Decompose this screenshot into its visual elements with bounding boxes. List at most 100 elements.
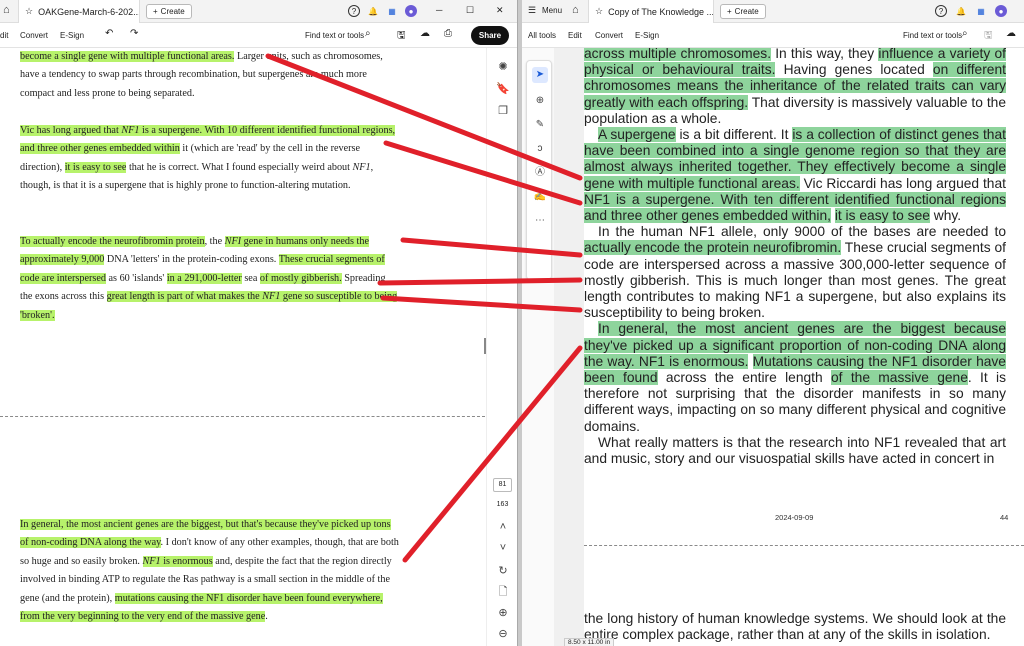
highlighted-text: A supergene	[598, 127, 676, 143]
bell-icon[interactable]: 🔔	[955, 5, 967, 17]
print-icon[interactable]: ⎙	[444, 28, 452, 39]
create-label: Create	[734, 7, 759, 16]
page-break	[584, 545, 1024, 546]
page-total: 163	[496, 501, 509, 508]
apps-grid-icon[interactable]: ▦	[386, 5, 398, 17]
text-run: the long history of human knowledge syst…	[584, 611, 1006, 643]
highlighted-text: in a 291,000-letter	[166, 272, 242, 284]
highlight-pen-icon[interactable]: ✎	[532, 117, 548, 133]
sign-icon[interactable]: ✍	[532, 189, 548, 205]
add-comment-icon[interactable]: ⊕	[532, 93, 548, 109]
home-icon[interactable]: ⌂	[3, 4, 10, 16]
save-icon[interactable]: 🖫	[397, 28, 406, 45]
redo-icon[interactable]: ↷	[130, 28, 138, 39]
left-document-view[interactable]: become a single gene with multiple funct…	[0, 48, 485, 646]
maximize-icon[interactable]: ☐	[466, 5, 474, 16]
save-icon[interactable]: 🖫	[984, 28, 993, 45]
highlighted-text: of mostly gibberish.	[259, 272, 342, 284]
help-icon[interactable]: ?	[348, 5, 360, 17]
pages-icon[interactable]: ❐	[496, 104, 510, 118]
right-paragraph-5: What really matters is that the research…	[584, 435, 1006, 467]
zoom-in-icon[interactable]: ⊕	[496, 606, 510, 620]
search-icon[interactable]: ⌕	[962, 28, 968, 39]
right-paragraph-2: A supergene is a bit different. It is a …	[584, 127, 1006, 224]
right-toolbar: All tools Edit Convert E-Sign Find text …	[522, 23, 1024, 48]
right-tab-bar: ☰ Menu ⌂ ☆ Copy of The Knowledge ... ✕ +…	[522, 0, 1024, 23]
page-break	[0, 416, 485, 417]
highlighted-text: great length is part of what makes the	[106, 291, 263, 303]
page-footer-number: 44	[1000, 513, 1009, 522]
highlighted-text: NF1	[262, 291, 281, 303]
left-tab-bar: ⌂ ☆ OAKGene-March-6-202... ✕ + Create ? …	[0, 0, 517, 23]
left-acrobat-window: ⌂ ☆ OAKGene-March-6-202... ✕ + Create ? …	[0, 0, 517, 646]
left-document-tab[interactable]: ☆ OAKGene-March-6-202... ✕	[18, 0, 140, 23]
highlighted-text: across multiple chromosomes.	[584, 48, 772, 61]
text-run: What really matters is that the research…	[584, 434, 1006, 467]
ai-assistant-icon[interactable]: ✺	[496, 60, 510, 74]
bookmark-icon[interactable]: 🔖	[496, 82, 510, 96]
right-paragraph-3: In the human NF1 allele, only 9000 of th…	[584, 224, 1006, 321]
scroll-handle[interactable]	[484, 338, 486, 354]
apps-grid-icon[interactable]: ▦	[975, 5, 987, 17]
right-acrobat-window: ☰ Menu ⌂ ☆ Copy of The Knowledge ... ✕ +…	[522, 0, 1024, 646]
convert-menu[interactable]: Convert	[595, 31, 623, 40]
right-create-button[interactable]: + Create	[720, 4, 766, 19]
chevron-down-icon[interactable]: ˅	[496, 541, 510, 555]
refresh-icon[interactable]: ↻	[496, 564, 510, 578]
create-label: Create	[160, 7, 185, 16]
right-tab-title: Copy of The Knowledge ...	[608, 6, 714, 17]
page-number-input[interactable]: 81	[493, 478, 512, 492]
bell-icon[interactable]: 🔔	[367, 5, 379, 17]
star-icon[interactable]: ☆	[595, 6, 603, 17]
draw-freeform-icon[interactable]: ↄ	[532, 141, 548, 157]
right-document-tab[interactable]: ☆ Copy of The Knowledge ... ✕	[588, 0, 714, 23]
share-button[interactable]: Share	[471, 26, 509, 45]
select-cursor-icon[interactable]: ➤	[532, 67, 548, 83]
left-create-button[interactable]: + Create	[146, 4, 192, 19]
more-tools-icon[interactable]: ⋯	[532, 213, 548, 229]
search-icon[interactable]: ⌕	[365, 28, 371, 39]
menu-edit[interactable]: dit	[0, 31, 8, 40]
text-run: In the human NF1 allele, only 9000 of th…	[598, 224, 1006, 240]
esign-menu[interactable]: E-Sign	[635, 31, 659, 40]
minimize-icon[interactable]: ─	[436, 5, 442, 15]
page-footer-date: 2024-09-09	[775, 513, 814, 522]
star-icon[interactable]: ☆	[25, 6, 33, 17]
text-run: why.	[929, 208, 962, 224]
page-fit-icon[interactable]: 🗋	[496, 585, 510, 599]
chevron-up-icon[interactable]: ˄	[496, 520, 510, 534]
highlighted-text: of the massive gene	[831, 370, 968, 386]
close-window-icon[interactable]: ✕	[496, 5, 504, 16]
all-tools-menu[interactable]: All tools	[528, 31, 556, 40]
edit-menu[interactable]: Edit	[568, 31, 582, 40]
undo-icon[interactable]: ↶	[105, 28, 113, 39]
menu-button[interactable]: Menu	[542, 6, 562, 15]
text-run: In this way, they	[771, 48, 879, 61]
menu-convert[interactable]: Convert	[20, 31, 48, 40]
highlighted-text: To actually encode the neurofibromin pro…	[20, 236, 205, 247]
text-run: across the entire length	[657, 370, 831, 386]
avatar[interactable]: ●	[995, 5, 1007, 17]
zoom-out-icon[interactable]: ⊖	[496, 627, 510, 641]
upload-icon[interactable]: ☁	[1006, 28, 1016, 39]
right-paragraph-4: In general, the most ancient genes are t…	[584, 321, 1006, 434]
hamburger-icon[interactable]: ☰	[528, 5, 536, 16]
avatar[interactable]: ●	[405, 5, 417, 17]
right-document-view[interactable]: across multiple chromosomes. In this way…	[584, 48, 1024, 646]
highlighted-text: NF1	[142, 555, 161, 567]
home-icon[interactable]: ⌂	[572, 4, 579, 16]
annotation-tools-column: ➤ ⊕ ✎ ↄ Ⓐ ✍ ⋯	[522, 48, 554, 646]
menu-esign[interactable]: E-Sign	[60, 31, 84, 40]
find-tools[interactable]: Find text or tools	[903, 31, 962, 40]
left-paragraph-1: become a single gene with multiple funct…	[20, 48, 400, 103]
highlighted-text: Vic has long argued that	[20, 125, 122, 136]
help-icon[interactable]: ?	[935, 5, 947, 17]
page-size-indicator: 8.50 x 11.00 in	[564, 638, 615, 646]
text-run: as 60 'islands'	[105, 272, 167, 284]
highlighted-text: NFI	[224, 236, 242, 247]
upload-icon[interactable]: ☁	[420, 28, 430, 39]
find-tools[interactable]: Find text or tools	[305, 31, 364, 40]
text-box-icon[interactable]: Ⓐ	[532, 165, 548, 181]
quick-tools-panel: ➤ ⊕ ✎ ↄ Ⓐ ✍ ⋯	[526, 60, 552, 280]
highlighted-text: actually encode the protein neurofibromi…	[584, 240, 842, 256]
